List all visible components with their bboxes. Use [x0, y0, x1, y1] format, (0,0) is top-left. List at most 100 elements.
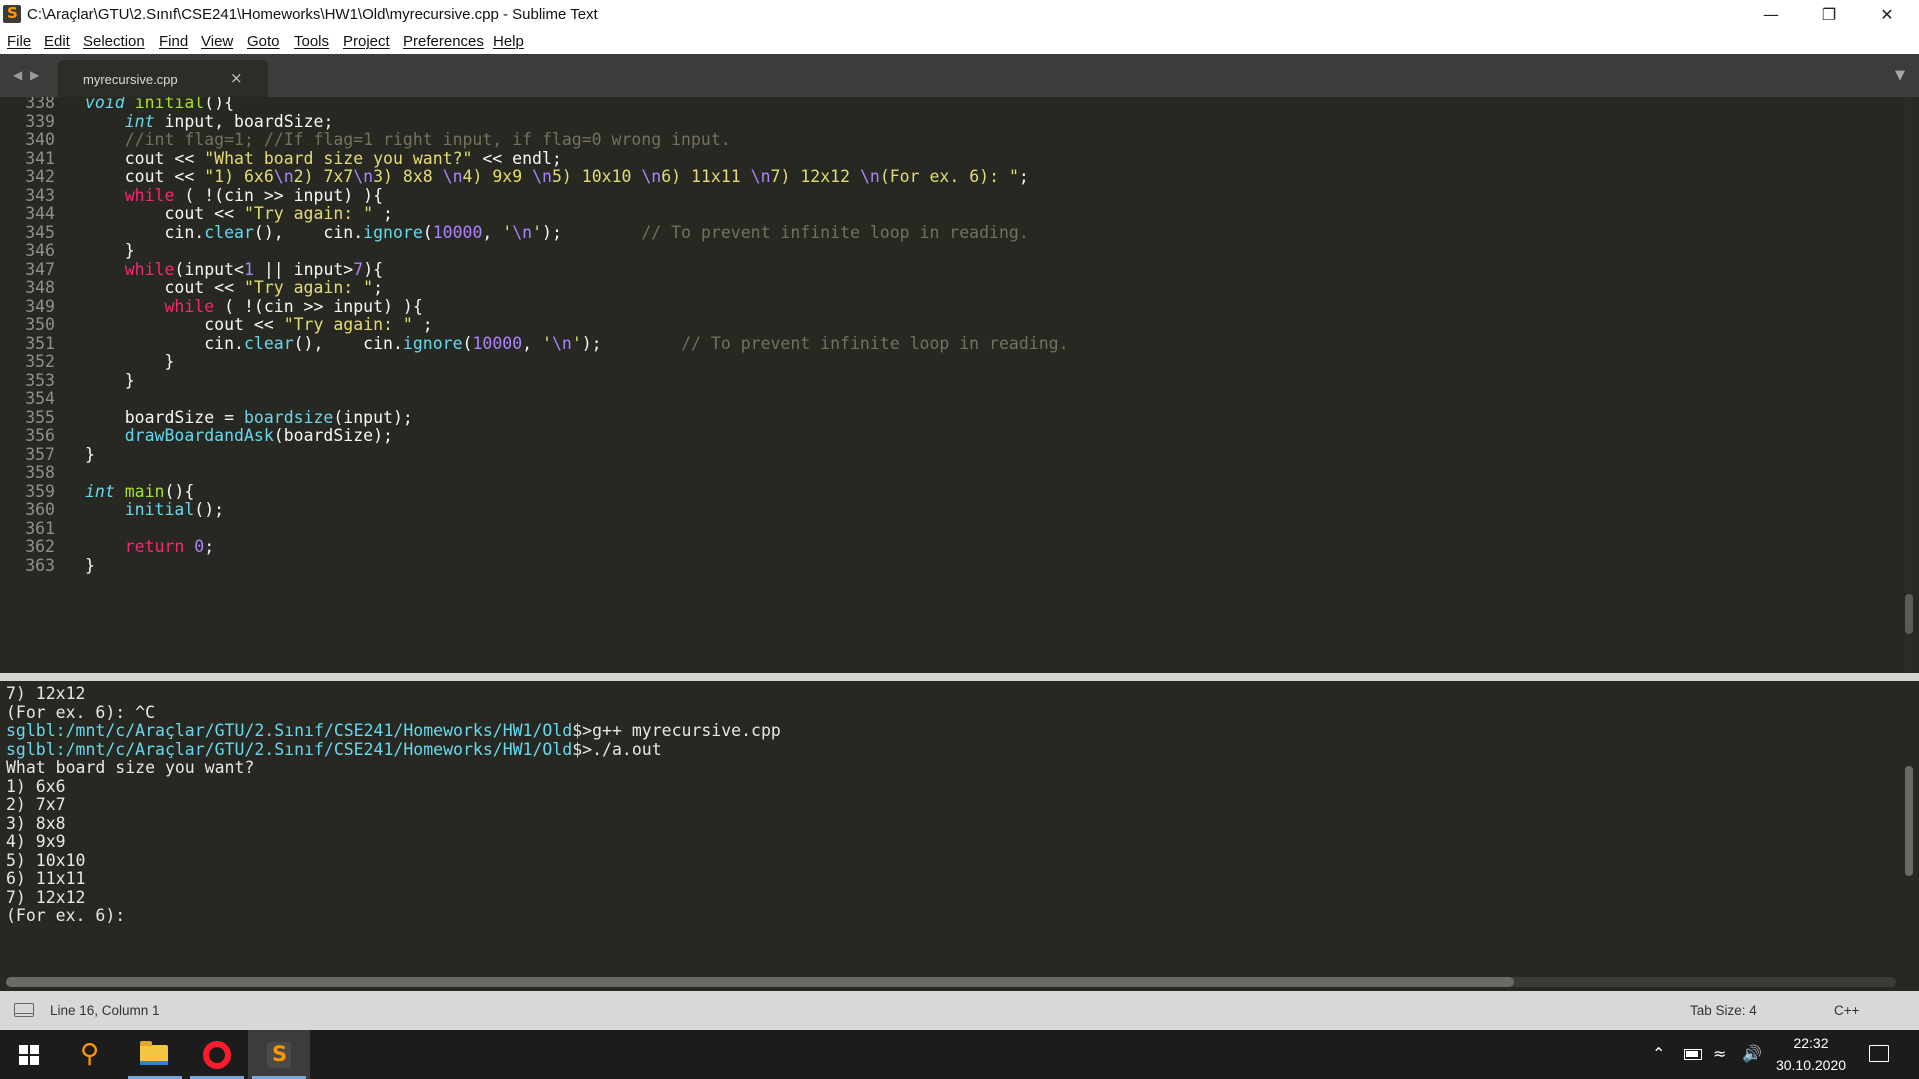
menu-preferences[interactable]: Preferences: [403, 33, 484, 50]
output-text: (For ex. 6): ^C: [6, 702, 156, 722]
code-token: (boardSize);: [273, 426, 393, 445]
code-token: ;: [373, 204, 393, 223]
code-line[interactable]: 363}: [0, 555, 1900, 578]
code-token: input, boardSize;: [154, 111, 334, 131]
menu-bar: File Edit Selection Find View Goto Tools…: [0, 29, 1919, 54]
file-explorer-icon: [140, 1041, 168, 1065]
line-number: 363: [25, 555, 55, 575]
code-token: boardSize =: [85, 407, 244, 427]
output-horizontal-scrollbar-thumb[interactable]: [6, 977, 1514, 987]
code-token: ,: [522, 333, 542, 353]
code-token: }: [85, 241, 135, 260]
close-button[interactable]: ✕: [1858, 0, 1916, 29]
code-token: ': [571, 333, 582, 353]
tab-label: myrecursive.cpp: [83, 72, 178, 87]
code-token: // To prevent infinite loop in reading.: [681, 333, 1069, 353]
volume-icon[interactable]: 🔊: [1742, 1044, 1762, 1063]
code-token: ': [542, 333, 552, 353]
output-vertical-scrollbar[interactable]: [1905, 766, 1913, 876]
battery-icon[interactable]: [1684, 1049, 1702, 1060]
code-token: }: [85, 555, 95, 575]
code-token: );: [581, 333, 682, 353]
menu-selection[interactable]: Selection: [83, 33, 145, 50]
code-token: \n: [551, 333, 572, 353]
code-token: while: [164, 296, 215, 316]
tab-close-icon[interactable]: ×: [230, 69, 243, 87]
code-token: \n: [512, 222, 533, 242]
code-token: ': [502, 222, 513, 242]
menu-help[interactable]: Help: [493, 33, 524, 50]
code-token: drawBoardandAsk: [124, 426, 274, 445]
taskbar-file-explorer[interactable]: [124, 1030, 186, 1079]
code-token: 2) 7x7: [293, 167, 354, 186]
output-line: (For ex. 6):: [6, 905, 125, 928]
search-icon: ⚲: [80, 1039, 100, 1069]
code-token: "1) 6x6: [204, 167, 274, 186]
taskbar-clock-date[interactable]: 30.10.2020: [1766, 1057, 1856, 1073]
output-text: 2) 7x7: [6, 795, 66, 814]
terminal-output-panel[interactable]: 7) 12x12 (For ex. 6): ^C sglbl:/mnt/c/Araç…: [0, 681, 1919, 991]
code-token: cin.: [85, 333, 244, 353]
menu-find[interactable]: Find: [159, 33, 188, 50]
sublime-text-icon: [267, 1042, 291, 1068]
minimize-button[interactable]: —: [1742, 0, 1800, 29]
syntax-indicator[interactable]: C++: [1834, 1003, 1860, 1018]
code-token: ignore: [363, 222, 423, 242]
menu-project[interactable]: Project: [343, 33, 390, 50]
notification-center-icon[interactable]: [1869, 1045, 1889, 1062]
code-token: (input);: [333, 407, 413, 427]
code-token: 1: [243, 259, 254, 279]
code-token: cout <<: [85, 148, 205, 168]
status-bar: Line 16, Column 1 Tab Size: 4 C++: [0, 991, 1919, 1030]
output-text: $>./a.out: [572, 739, 662, 759]
code-token: clear: [243, 333, 294, 353]
code-token: "Try again: ": [283, 315, 413, 334]
title-bar: C:\Araçlar\GTU\2.Sınıf\CSE241\Homeworks\…: [0, 0, 1919, 29]
tab-list-dropdown-icon[interactable]: ▼: [1895, 68, 1905, 83]
code-token: "What board size you want?": [204, 148, 473, 168]
taskbar-search-button[interactable]: ⚲: [62, 1030, 124, 1079]
shell-prompt: sglbl:/mnt/c/Araçlar/GTU/2.Sınıf/CSE241/…: [6, 721, 573, 740]
tray-overflow-chevron-icon[interactable]: ⌃: [1652, 1044, 1665, 1063]
panel-divider[interactable]: [0, 673, 1919, 681]
code-token: main: [124, 481, 165, 501]
code-token: }: [85, 352, 175, 371]
restore-button[interactable]: ❐: [1800, 0, 1858, 29]
tab-size-indicator[interactable]: Tab Size: 4: [1690, 1003, 1757, 1018]
code-token: (), cin.: [293, 333, 403, 353]
output-text: 1) 6x6: [6, 776, 66, 796]
menu-edit[interactable]: Edit: [44, 33, 70, 50]
editor-scrollbar-track[interactable]: [1905, 97, 1913, 673]
menu-tools[interactable]: Tools: [294, 33, 329, 50]
tab-forward-icon[interactable]: ▶: [30, 68, 39, 82]
code-token: ( !(cin >> input) ){: [214, 296, 423, 316]
panel-toggle-icon[interactable]: [14, 1003, 34, 1017]
taskbar-opera[interactable]: [186, 1030, 248, 1079]
output-text: 4) 9x9: [6, 832, 66, 851]
code-token: ': [532, 222, 543, 242]
menu-goto[interactable]: Goto: [247, 33, 280, 50]
editor-scrollbar-thumb[interactable]: [1905, 594, 1913, 634]
menu-view[interactable]: View: [201, 33, 233, 50]
code-token: (: [422, 222, 433, 242]
output-text: 7) 12x12: [6, 887, 86, 907]
tab-myrecursive-cpp[interactable]: myrecursive.cpp ×: [58, 60, 268, 97]
code-token: 4) 9x9: [462, 167, 533, 186]
wifi-icon[interactable]: ≈: [1713, 1044, 1726, 1063]
code-token: \n: [353, 167, 374, 186]
output-text: 6) 11x11: [6, 869, 86, 888]
code-token: ( !(cin >> input) ){: [174, 185, 384, 205]
code-token: 5) 10x10: [551, 167, 642, 186]
code-token: while: [124, 185, 175, 205]
output-text: (For ex. 6):: [6, 906, 126, 925]
taskbar-sublime-text[interactable]: [248, 1030, 310, 1079]
tab-back-icon[interactable]: ◀: [13, 68, 22, 82]
menu-file[interactable]: File: [7, 33, 31, 50]
taskbar-clock-time[interactable]: 22:32: [1766, 1035, 1856, 1051]
code-token: ;: [373, 278, 384, 297]
code-editor[interactable]: 338 void initial(){339 int input, boardSi…: [0, 97, 1919, 673]
start-button[interactable]: [0, 1030, 62, 1079]
